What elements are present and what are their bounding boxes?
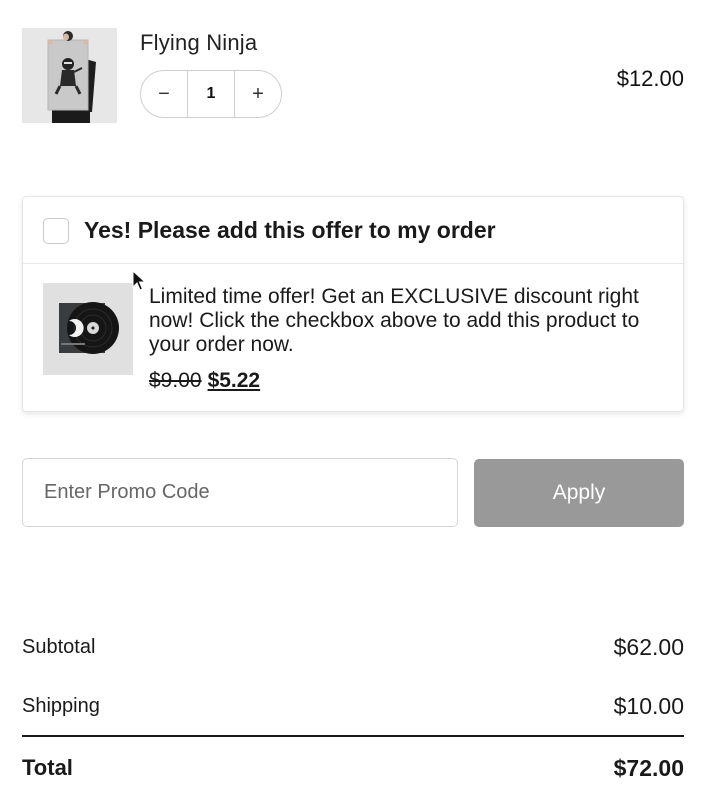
total-row: Total $72.00 bbox=[22, 752, 684, 784]
totals-divider bbox=[22, 735, 684, 737]
upsell-offer-box: Yes! Please add this offer to my order L… bbox=[22, 196, 684, 412]
shipping-label: Shipping bbox=[22, 694, 100, 717]
subtotal-row: Subtotal $62.00 bbox=[22, 632, 684, 662]
checkout-summary: Flying Ninja − 1 + $12.00 Yes! Please ad… bbox=[0, 0, 706, 800]
cart-item: Flying Ninja − 1 + $12.00 bbox=[22, 28, 684, 124]
total-label: Total bbox=[22, 755, 73, 780]
quantity-stepper: − 1 + bbox=[140, 70, 282, 118]
quantity-value[interactable]: 1 bbox=[187, 71, 235, 117]
vinyl-record-illustration bbox=[43, 283, 133, 375]
offer-original-price: $9.00 bbox=[149, 369, 202, 392]
mouse-pointer-icon bbox=[132, 270, 146, 291]
offer-header: Yes! Please add this offer to my order bbox=[23, 197, 683, 264]
product-image-flying-ninja[interactable] bbox=[22, 28, 117, 123]
item-price: $12.00 bbox=[616, 66, 684, 91]
promo-code-input[interactable] bbox=[22, 458, 458, 527]
product-name[interactable]: Flying Ninja bbox=[140, 30, 257, 56]
offer-checkbox[interactable] bbox=[43, 218, 69, 244]
decrement-quantity-button[interactable]: − bbox=[141, 71, 187, 117]
shipping-row: Shipping $10.00 bbox=[22, 691, 684, 721]
shipping-value: $10.00 bbox=[613, 692, 684, 719]
ninja-poster-illustration bbox=[22, 28, 117, 123]
total-value: $72.00 bbox=[613, 754, 684, 781]
offer-prices: $9.00 $5.22 bbox=[149, 369, 260, 393]
offer-title[interactable]: Yes! Please add this offer to my order bbox=[84, 217, 496, 244]
offer-description: Limited time offer! Get an EXCLUSIVE dis… bbox=[149, 285, 640, 356]
apply-promo-button[interactable]: Apply bbox=[474, 459, 684, 527]
offer-discount-price: $5.22 bbox=[207, 369, 261, 392]
offer-product-image bbox=[43, 283, 133, 375]
subtotal-label: Subtotal bbox=[22, 635, 96, 658]
subtotal-value: $62.00 bbox=[613, 633, 684, 660]
increment-quantity-button[interactable]: + bbox=[235, 71, 281, 117]
